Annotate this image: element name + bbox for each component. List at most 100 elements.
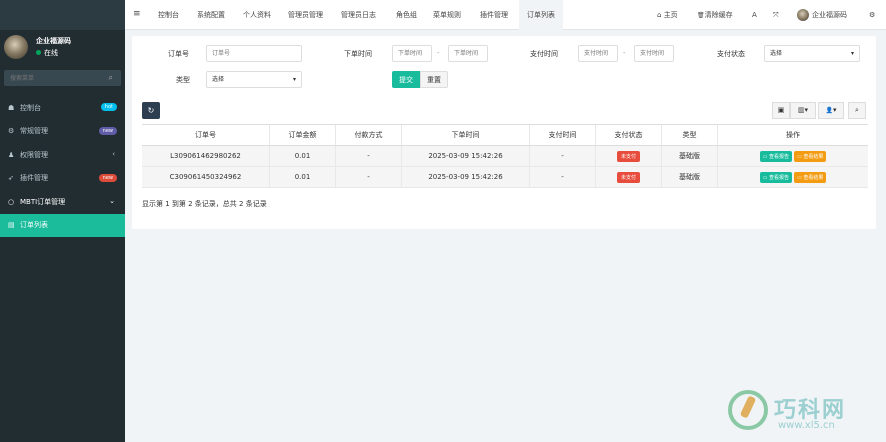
range-dash: - (623, 49, 626, 57)
tab-dashboard[interactable]: 控制台 (158, 0, 179, 30)
watermark-url: www.xl5.cn (778, 420, 835, 431)
col-amount[interactable]: 订单金额 (270, 125, 336, 145)
cell-paid: - (530, 146, 596, 166)
pay-status-label: 支付状态 (717, 50, 745, 58)
cell-paid: - (530, 167, 596, 187)
tab-menu-rules[interactable]: 菜单规则 (433, 0, 461, 30)
unpaid-badge: 未支付 (616, 171, 640, 183)
content-panel: 订单号 下单时间 - 支付时间 - 支付状态 选择▾ 类型 选择▾ 提交 重置 … (132, 36, 876, 229)
view-result-button[interactable]: ▭ 查看结果 (794, 171, 827, 183)
user-menu[interactable]: 企业福源码 (797, 0, 847, 30)
sidebar-item-dashboard[interactable]: ☗ 控制台 hot (0, 96, 125, 120)
order-no-label: 订单号 (168, 50, 189, 58)
dashboard-icon: ☗ (8, 103, 15, 112)
paid-time-label: 支付时间 (530, 50, 558, 58)
cell-order-no: L309061462980262 (142, 146, 270, 166)
search-icon[interactable]: ⌕ (109, 73, 113, 83)
reset-button[interactable]: 重置 (420, 71, 448, 88)
table-row[interactable]: C309061450324962 0.01 - 2025-03-09 15:42… (142, 167, 868, 188)
chevron-left-icon: ‹ (112, 150, 115, 158)
tab-order-list[interactable]: 订单列表 (519, 0, 563, 30)
clear-cache-button[interactable]: 🗑清除缓存 (697, 0, 733, 30)
list-icon: ▤ (8, 221, 15, 230)
search-icon: ⌕ (855, 106, 859, 114)
fullscreen-icon[interactable]: ⤧ (773, 0, 779, 30)
table-search-button[interactable]: ⌕ (848, 102, 866, 119)
settings-icon[interactable]: ⚙ (869, 0, 875, 30)
rocket-icon: ➶ (8, 174, 14, 183)
view-report-button[interactable]: ▭ 查看报告 (759, 150, 792, 162)
sidebar-item-label: 插件管理 (20, 174, 48, 183)
user-status: 在线 (36, 48, 58, 58)
user-avatar (4, 35, 28, 59)
new-badge: new (98, 173, 117, 182)
order-no-input[interactable] (206, 45, 302, 62)
paid-to-input[interactable] (634, 45, 674, 62)
cell-type: 基础版 (662, 167, 718, 187)
sidebar-item-label: 权限管理 (20, 150, 48, 159)
menu-toggle-icon[interactable]: ≡ (133, 9, 141, 19)
sidebar-item-order-list[interactable]: ▤ 订单列表 (0, 213, 125, 237)
col-created[interactable]: 下单时间 (402, 125, 530, 145)
tab-admin-manage[interactable]: 管理员管理 (288, 0, 323, 30)
created-from-input[interactable] (392, 45, 432, 62)
user-panel: 企业福源码 在线 (4, 33, 122, 61)
cell-order-no: C309061450324962 (142, 167, 270, 187)
refresh-button[interactable]: ↻ (142, 102, 160, 119)
tab-profile[interactable]: 个人资料 (243, 0, 271, 30)
tab-admin-log[interactable]: 管理员日志 (341, 0, 376, 30)
type-select[interactable]: 选择 ▾ (206, 71, 302, 88)
cell-type: 基础版 (662, 146, 718, 166)
top-navbar: ≡ 控制台 系统配置 个人资料 管理员管理 管理员日志 角色组 菜单规则 插件管… (125, 0, 886, 30)
export-icon: ▣ (777, 106, 785, 114)
col-order-no[interactable]: 订单号 (142, 125, 270, 145)
created-to-input[interactable] (448, 45, 488, 62)
unpaid-badge: 未支付 (616, 150, 640, 162)
col-pay-method[interactable]: 付款方式 (336, 125, 402, 145)
cell-status: 未支付 (596, 146, 662, 166)
user-icon: 👤 (825, 107, 833, 114)
created-time-label: 下单时间 (344, 50, 372, 58)
caret-down-icon: ▾ (850, 50, 854, 57)
tab-system-config[interactable]: 系统配置 (197, 0, 225, 30)
cell-actions: ▭ 查看报告 ▭ 查看结果 (718, 146, 868, 166)
sidebar-item-auth[interactable]: ♟ 权限管理 ‹ (0, 143, 125, 167)
pay-status-select[interactable]: 选择 ▾ (764, 45, 860, 62)
sidebar-menu: ☗ 控制台 hot ⚙ 常规管理 new ♟ 权限管理 ‹ ➶ 插件管理 new… (0, 96, 125, 237)
sidebar-item-addons[interactable]: ➶ 插件管理 new (0, 167, 125, 191)
home-link[interactable]: ⌂ 主页 (657, 0, 678, 30)
sidebar-search: ⌕ (4, 70, 121, 86)
col-status[interactable]: 支付状态 (596, 125, 662, 145)
cell-amount: 0.01 (270, 146, 336, 166)
tab-role-group[interactable]: 角色组 (396, 0, 417, 30)
sidebar-item-mbti-orders[interactable]: ○ MBTI订单管理 ⌄ (0, 190, 125, 214)
chevron-down-icon: ⌄ (109, 197, 115, 205)
user-filter-button[interactable]: 👤▾ (818, 102, 844, 119)
language-icon[interactable]: A (752, 0, 757, 30)
col-type[interactable]: 类型 (662, 125, 718, 145)
site-watermark: 巧科网 www.xl5.cn (728, 388, 878, 438)
columns-button[interactable]: ▥▾ (790, 102, 816, 119)
view-report-button[interactable]: ▭ 查看报告 (759, 171, 792, 183)
cell-status: 未支付 (596, 167, 662, 187)
sidebar-item-general[interactable]: ⚙ 常规管理 new (0, 120, 125, 144)
online-dot-icon (36, 50, 41, 55)
export-button[interactable]: ▣ (772, 102, 790, 119)
sidebar: 企业福源码 在线 ⌕ ☗ 控制台 hot ⚙ 常规管理 new ♟ 权限管理 ‹… (0, 0, 125, 442)
col-paid[interactable]: 支付时间 (530, 125, 596, 145)
view-result-button[interactable]: ▭ 查看结果 (794, 150, 827, 162)
table-header: 订单号 订单金额 付款方式 下单时间 支付时间 支付状态 类型 操作 (142, 124, 868, 146)
sidebar-item-label: 常规管理 (20, 127, 48, 136)
user-name: 企业福源码 (36, 37, 71, 45)
range-dash: - (437, 49, 440, 57)
circle-icon: ○ (8, 197, 15, 206)
cell-pay-method: - (336, 146, 402, 166)
home-icon: ⌂ (657, 11, 662, 19)
paid-from-input[interactable] (578, 45, 618, 62)
table-row[interactable]: L309061462980262 0.01 - 2025-03-09 15:42… (142, 146, 868, 167)
tab-addon-manage[interactable]: 插件管理 (480, 0, 508, 30)
submit-button[interactable]: 提交 (392, 71, 420, 88)
sidebar-search-input[interactable] (4, 70, 99, 86)
group-icon: ♟ (8, 150, 15, 159)
cell-pay-method: - (336, 167, 402, 187)
